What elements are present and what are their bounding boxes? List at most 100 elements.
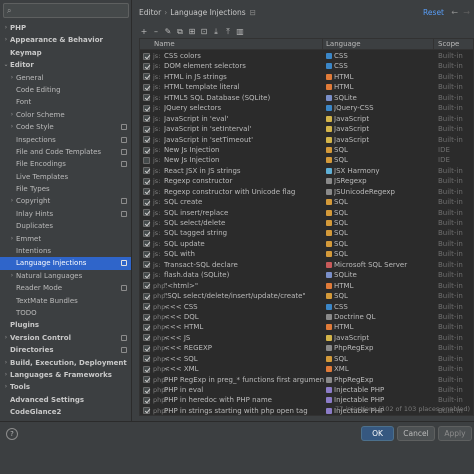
enabled-checkbox[interactable] bbox=[143, 115, 150, 123]
tree-item-file-and-code-templates[interactable]: File and Code Templates bbox=[0, 146, 131, 158]
table-row[interactable]: php: <<< CSS CSS Built-in bbox=[140, 302, 473, 312]
tree-item-color-scheme[interactable]: › Color Scheme bbox=[0, 109, 131, 121]
enabled-checkbox[interactable] bbox=[143, 386, 150, 394]
enabled-checkbox[interactable] bbox=[143, 177, 150, 185]
enabled-checkbox[interactable] bbox=[143, 209, 150, 217]
enabled-checkbox[interactable] bbox=[143, 376, 150, 384]
enabled-checkbox[interactable] bbox=[143, 146, 150, 154]
enabled-checkbox[interactable] bbox=[143, 303, 150, 311]
chevron-right-icon[interactable]: › bbox=[8, 195, 16, 207]
table-row[interactable]: php: "<html>" HTML Built-in bbox=[140, 281, 473, 291]
tree-item-keymap[interactable]: Keymap bbox=[0, 47, 131, 59]
chevron-right-icon[interactable]: › bbox=[8, 72, 16, 84]
tree-item-editor[interactable]: ⌄ Editor bbox=[0, 59, 131, 71]
enabled-checkbox[interactable] bbox=[143, 292, 150, 300]
enabled-checkbox[interactable] bbox=[143, 63, 150, 71]
tree-item-code-editing[interactable]: Code Editing bbox=[0, 84, 131, 96]
configure-icon[interactable]: ⊡ bbox=[199, 26, 209, 37]
table-row[interactable]: js: New Js Injection SQL IDE bbox=[140, 145, 473, 155]
enabled-checkbox[interactable] bbox=[143, 167, 150, 175]
enabled-checkbox[interactable] bbox=[143, 365, 150, 373]
table-row[interactable]: js: DOM element selectors CSS Built-in bbox=[140, 61, 473, 71]
tree-item-inlay-hints[interactable]: Inlay Hints bbox=[0, 208, 131, 220]
table-row[interactable]: js: JavaScript in 'eval' JavaScript Built-i… bbox=[140, 114, 473, 124]
chevron-right-icon[interactable]: › bbox=[2, 22, 10, 34]
table-row[interactable]: js: JavaScript in 'setTimeout' JavaScript B… bbox=[140, 135, 473, 145]
table-row[interactable]: js: HTML in JS strings HTML Built-in bbox=[140, 72, 473, 82]
enabled-checkbox[interactable] bbox=[143, 282, 150, 290]
tree-item-advanced-settings[interactable]: Advanced Settings bbox=[0, 394, 131, 406]
tree-item-directories[interactable]: Directories bbox=[0, 344, 131, 356]
chevron-right-icon[interactable]: › bbox=[8, 233, 16, 245]
tree-item-languages-frameworks[interactable]: › Languages & Frameworks bbox=[0, 369, 131, 381]
tree-item-plugins[interactable]: Plugins bbox=[0, 319, 131, 331]
apply-button[interactable]: Apply bbox=[438, 426, 472, 441]
export-icon[interactable]: ⤒ bbox=[223, 26, 233, 37]
enabled-checkbox[interactable] bbox=[143, 344, 150, 352]
chevron-right-icon[interactable]: › bbox=[2, 381, 10, 393]
enabled-checkbox[interactable] bbox=[143, 188, 150, 196]
table-row[interactable]: js: HTML5 SQL Database (SQLite) SQLite Buil… bbox=[140, 93, 473, 103]
tree-item-duplicates[interactable]: Duplicates bbox=[0, 220, 131, 232]
tree-item-natural-languages[interactable]: › Natural Languages bbox=[0, 270, 131, 282]
chevron-right-icon[interactable]: › bbox=[2, 357, 10, 369]
enabled-checkbox[interactable] bbox=[143, 230, 150, 238]
copy-icon[interactable]: ⧉ bbox=[175, 26, 185, 37]
table-row[interactable]: php: <<< JS JavaScript Built-in bbox=[140, 333, 473, 343]
import-icon[interactable]: ⤓ bbox=[211, 26, 221, 37]
enabled-checkbox[interactable] bbox=[143, 271, 150, 279]
forward-arrow-icon[interactable]: → bbox=[463, 6, 470, 20]
tree-item-file-types[interactable]: File Types bbox=[0, 183, 131, 195]
enabled-checkbox[interactable] bbox=[143, 355, 150, 363]
column-header-name[interactable]: Name bbox=[154, 39, 175, 50]
enabled-checkbox[interactable] bbox=[143, 94, 150, 102]
column-header-scope[interactable]: Scope bbox=[438, 39, 459, 50]
table-row[interactable]: js: SQL insert/replace SQL Built-in bbox=[140, 208, 473, 218]
tree-item-codeglance2[interactable]: CodeGlance2 bbox=[0, 406, 131, 418]
tree-item-textmate-bundles[interactable]: TextMate Bundles bbox=[0, 295, 131, 307]
table-row[interactable]: js: React JSX in JS strings JSX Harmony Bui… bbox=[140, 166, 473, 176]
table-row[interactable]: js: SQL tagged string SQL Built-in bbox=[140, 228, 473, 238]
tree-item-build-execution-deployment[interactable]: › Build, Execution, Deployment bbox=[0, 357, 131, 369]
table-row[interactable]: php: PHP in eval Injectable PHP Built-in bbox=[140, 385, 473, 395]
tree-item-file-encodings[interactable]: File Encodings bbox=[0, 158, 131, 170]
duplicate-icon[interactable]: ⊞ bbox=[187, 26, 197, 37]
tree-item-emmet[interactable]: › Emmet bbox=[0, 233, 131, 245]
enabled-checkbox[interactable] bbox=[143, 52, 150, 60]
tree-item-appearance-behavior[interactable]: › Appearance & Behavior bbox=[0, 34, 131, 46]
table-row[interactable]: js: New Js Injection SQL IDE bbox=[140, 155, 473, 165]
tree-item-language-injections[interactable]: Language Injections bbox=[0, 257, 131, 270]
enabled-checkbox[interactable] bbox=[143, 323, 150, 331]
table-row[interactable]: js: SQL create SQL Built-in bbox=[140, 197, 473, 207]
scope-icon[interactable]: ▥ bbox=[235, 26, 245, 37]
chevron-right-icon[interactable]: › bbox=[8, 270, 16, 282]
back-arrow-icon[interactable]: ← bbox=[451, 6, 458, 20]
table-row[interactable]: js: SQL update SQL Built-in bbox=[140, 239, 473, 249]
table-row[interactable]: js: Regexp constructor JSRegexp Built-in bbox=[140, 176, 473, 186]
cancel-button[interactable]: Cancel bbox=[397, 426, 435, 441]
table-row[interactable]: js: flash.data (SQLite) SQLite Built-in bbox=[140, 270, 473, 280]
enabled-checkbox[interactable] bbox=[143, 73, 150, 81]
tree-item-code-style[interactable]: › Code Style bbox=[0, 121, 131, 133]
enabled-checkbox[interactable] bbox=[143, 397, 150, 405]
table-row[interactable]: php: "SQL select/delete/insert/update/cre… bbox=[140, 291, 473, 301]
table-row[interactable]: js: HTML template literal HTML Built-in bbox=[140, 82, 473, 92]
chevron-right-icon[interactable]: › bbox=[2, 332, 10, 344]
tree-item-reader-mode[interactable]: Reader Mode bbox=[0, 282, 131, 294]
edit-icon[interactable]: ✎ bbox=[163, 26, 173, 37]
enabled-checkbox[interactable] bbox=[143, 83, 150, 91]
column-header-language[interactable]: Language bbox=[326, 39, 361, 50]
chevron-down-icon[interactable]: ⌄ bbox=[2, 59, 10, 71]
chevron-right-icon[interactable]: › bbox=[8, 121, 16, 133]
tree-item-font[interactable]: Font bbox=[0, 96, 131, 108]
table-row[interactable]: js: JavaScript in 'setInterval' JavaScript… bbox=[140, 124, 473, 134]
enabled-checkbox[interactable] bbox=[143, 261, 150, 269]
chevron-right-icon[interactable]: › bbox=[8, 109, 16, 121]
table-row[interactable]: js: JQuery selectors JQuery-CSS Built-in bbox=[140, 103, 473, 113]
enabled-checkbox[interactable] bbox=[143, 198, 150, 206]
remove-icon[interactable]: – bbox=[151, 26, 161, 37]
enabled-checkbox[interactable] bbox=[143, 125, 150, 133]
tree-item-live-templates[interactable]: Live Templates bbox=[0, 171, 131, 183]
enabled-checkbox[interactable] bbox=[143, 104, 150, 112]
help-icon[interactable]: ? bbox=[6, 428, 18, 440]
